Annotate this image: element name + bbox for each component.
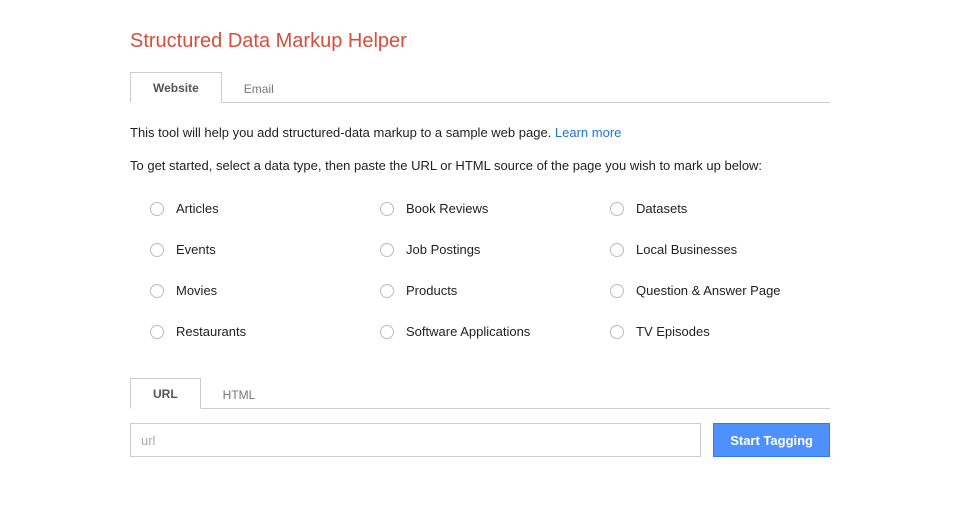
radio-icon	[150, 202, 164, 216]
radio-icon	[610, 325, 624, 339]
radio-icon	[380, 325, 394, 339]
data-type-grid: Articles Book Reviews Datasets Events Jo…	[130, 191, 830, 349]
option-label: Job Postings	[406, 242, 480, 257]
option-products[interactable]: Products	[380, 283, 600, 298]
option-label: Restaurants	[176, 324, 246, 339]
url-input[interactable]	[130, 423, 701, 457]
radio-icon	[610, 284, 624, 298]
radio-icon	[150, 243, 164, 257]
source-tabbar: URL HTML	[130, 377, 830, 409]
option-restaurants[interactable]: Restaurants	[150, 324, 370, 339]
option-book-reviews[interactable]: Book Reviews	[380, 201, 600, 216]
radio-icon	[610, 202, 624, 216]
tab-website[interactable]: Website	[130, 72, 222, 103]
option-label: Question & Answer Page	[636, 283, 781, 298]
option-label: Software Applications	[406, 324, 530, 339]
tab-email[interactable]: Email	[222, 74, 296, 103]
tab-url[interactable]: URL	[130, 378, 201, 409]
radio-icon	[380, 202, 394, 216]
option-datasets[interactable]: Datasets	[610, 201, 830, 216]
option-software-applications[interactable]: Software Applications	[380, 324, 600, 339]
option-articles[interactable]: Articles	[150, 201, 370, 216]
page-title: Structured Data Markup Helper	[130, 30, 830, 53]
main-tabbar: Website Email	[130, 71, 830, 103]
intro-paragraph: This tool will help you add structured-d…	[130, 125, 830, 140]
option-job-postings[interactable]: Job Postings	[380, 242, 600, 257]
option-label: Events	[176, 242, 216, 257]
option-label: TV Episodes	[636, 324, 710, 339]
radio-icon	[380, 284, 394, 298]
instructions-text: To get started, select a data type, then…	[130, 158, 830, 173]
option-label: Datasets	[636, 201, 687, 216]
learn-more-link[interactable]: Learn more	[555, 125, 621, 140]
intro-text: This tool will help you add structured-d…	[130, 125, 555, 140]
tab-html[interactable]: HTML	[201, 380, 278, 409]
option-events[interactable]: Events	[150, 242, 370, 257]
radio-icon	[150, 325, 164, 339]
option-tv-episodes[interactable]: TV Episodes	[610, 324, 830, 339]
option-label: Book Reviews	[406, 201, 488, 216]
radio-icon	[150, 284, 164, 298]
option-label: Articles	[176, 201, 219, 216]
option-label: Movies	[176, 283, 217, 298]
radio-icon	[610, 243, 624, 257]
radio-icon	[380, 243, 394, 257]
start-tagging-button[interactable]: Start Tagging	[713, 423, 830, 457]
option-label: Products	[406, 283, 457, 298]
option-label: Local Businesses	[636, 242, 737, 257]
option-movies[interactable]: Movies	[150, 283, 370, 298]
option-qa-page[interactable]: Question & Answer Page	[610, 283, 830, 298]
option-local-businesses[interactable]: Local Businesses	[610, 242, 830, 257]
input-row: Start Tagging	[130, 423, 830, 457]
